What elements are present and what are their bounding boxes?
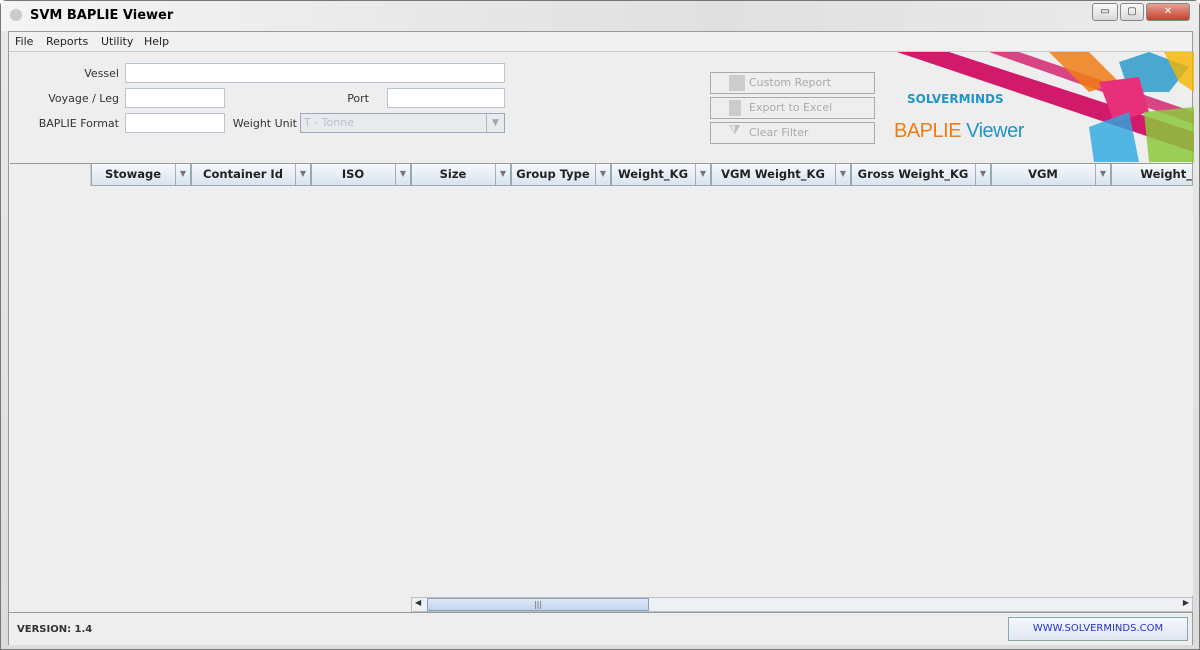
solverminds-logo: SOLVERMINDS BAPLIE Viewer [889, 52, 1194, 162]
vessel-input[interactable] [125, 63, 505, 83]
website-button[interactable]: WWW.SOLVERMINDS.COM [1008, 617, 1188, 641]
container-table: Stowage ▼ Container Id ▼ ISO ▼ Size ▼ Group … [10, 163, 1193, 596]
horizontal-scrollbar[interactable]: ◀ ||| ▶ [411, 597, 1193, 612]
baplie-format-label: BAPLIE Format [38, 117, 119, 130]
port-label: Port [347, 92, 369, 105]
filter-dropdown-icon[interactable]: ▼ [295, 164, 310, 185]
app-icon [10, 9, 22, 21]
vessel-label: Vessel [84, 67, 119, 80]
product-name-part2: Viewer [966, 120, 1024, 142]
excel-icon [729, 100, 741, 116]
chevron-down-icon: ▼ [486, 114, 504, 132]
minimize-button[interactable]: ▭ [1092, 3, 1118, 21]
column-header-group-type[interactable]: Group Type ▼ [511, 164, 611, 186]
filter-dropdown-icon[interactable]: ▼ [975, 164, 990, 185]
clear-filter-label: Clear Filter [749, 126, 809, 139]
column-header-vgm-weight-kg[interactable]: VGM Weight_KG ▼ [711, 164, 851, 186]
filter-dropdown-icon[interactable]: ▼ [175, 164, 190, 185]
scroll-left-icon[interactable]: ◀ [415, 598, 421, 607]
filter-dropdown-icon[interactable]: ▼ [595, 164, 610, 185]
column-header-weight-kg[interactable]: Weight_KG ▼ [611, 164, 711, 186]
menu-utility[interactable]: Utility [101, 35, 133, 48]
company-name: SOLVERMINDS [907, 92, 1004, 106]
custom-report-label: Custom Report [749, 76, 832, 89]
restore-button[interactable]: ▢ [1120, 3, 1144, 21]
custom-report-button[interactable]: Custom Report [710, 72, 875, 94]
product-name-part1: BAPLIE [894, 120, 962, 142]
column-header-size[interactable]: Size ▼ [411, 164, 511, 186]
menu-bar: File Reports Utility Help [9, 32, 1192, 52]
column-header-stowage[interactable]: Stowage ▼ [91, 164, 191, 186]
voyage-input[interactable] [125, 88, 225, 108]
product-name: BAPLIE Viewer [894, 120, 1024, 143]
filter-dropdown-icon[interactable]: ▼ [495, 164, 510, 185]
column-header-container-id[interactable]: Container Id ▼ [191, 164, 311, 186]
client-area: File Reports Utility Help Vessel Voyage … [8, 31, 1194, 645]
scrollbar-thumb[interactable]: ||| [427, 598, 649, 611]
app-window: SVM BAPLIE Viewer ▭ ▢ ✕ File Reports Uti… [0, 0, 1200, 650]
close-button[interactable]: ✕ [1146, 3, 1190, 21]
filter-dropdown-icon[interactable]: ▼ [835, 164, 850, 185]
window-title: SVM BAPLIE Viewer [30, 8, 174, 23]
column-header-vgm[interactable]: VGM ▼ [991, 164, 1111, 186]
column-header-gross-weight-kg[interactable]: Gross Weight_KG ▼ [851, 164, 991, 186]
column-header-iso[interactable]: ISO ▼ [311, 164, 411, 186]
port-input[interactable] [387, 88, 505, 108]
status-bar: VERSION: 1.4 WWW.SOLVERMINDS.COM [9, 612, 1192, 645]
voyage-label: Voyage / Leg [48, 92, 119, 105]
baplie-format-input[interactable] [125, 113, 225, 133]
export-excel-button[interactable]: Export to Excel [710, 97, 875, 119]
row-header-column [10, 164, 91, 186]
menu-file[interactable]: File [15, 35, 33, 48]
scroll-right-icon[interactable]: ▶ [1183, 598, 1189, 607]
export-excel-label: Export to Excel [749, 101, 833, 114]
clear-filter-button[interactable]: ⧩ Clear Filter [710, 122, 875, 144]
weight-unit-value: T - Tonne [304, 116, 354, 129]
filter-dropdown-icon[interactable]: ▼ [1095, 164, 1110, 185]
filter-dropdown-icon[interactable]: ▼ [395, 164, 410, 185]
weight-unit-select[interactable]: T - Tonne ▼ [300, 113, 505, 133]
grid-icon [729, 75, 745, 91]
version-label: VERSION: 1.4 [17, 624, 93, 635]
logo-graphic [897, 52, 1194, 162]
column-header-weight[interactable]: Weight_ [1111, 164, 1193, 186]
filter-icon: ⧩ [729, 123, 741, 138]
menu-help[interactable]: Help [144, 35, 169, 48]
menu-reports[interactable]: Reports [46, 35, 88, 48]
filter-dropdown-icon[interactable]: ▼ [695, 164, 710, 185]
title-bar: SVM BAPLIE Viewer ▭ ▢ ✕ [1, 1, 1199, 31]
weight-unit-label: Weight Unit [232, 117, 297, 130]
